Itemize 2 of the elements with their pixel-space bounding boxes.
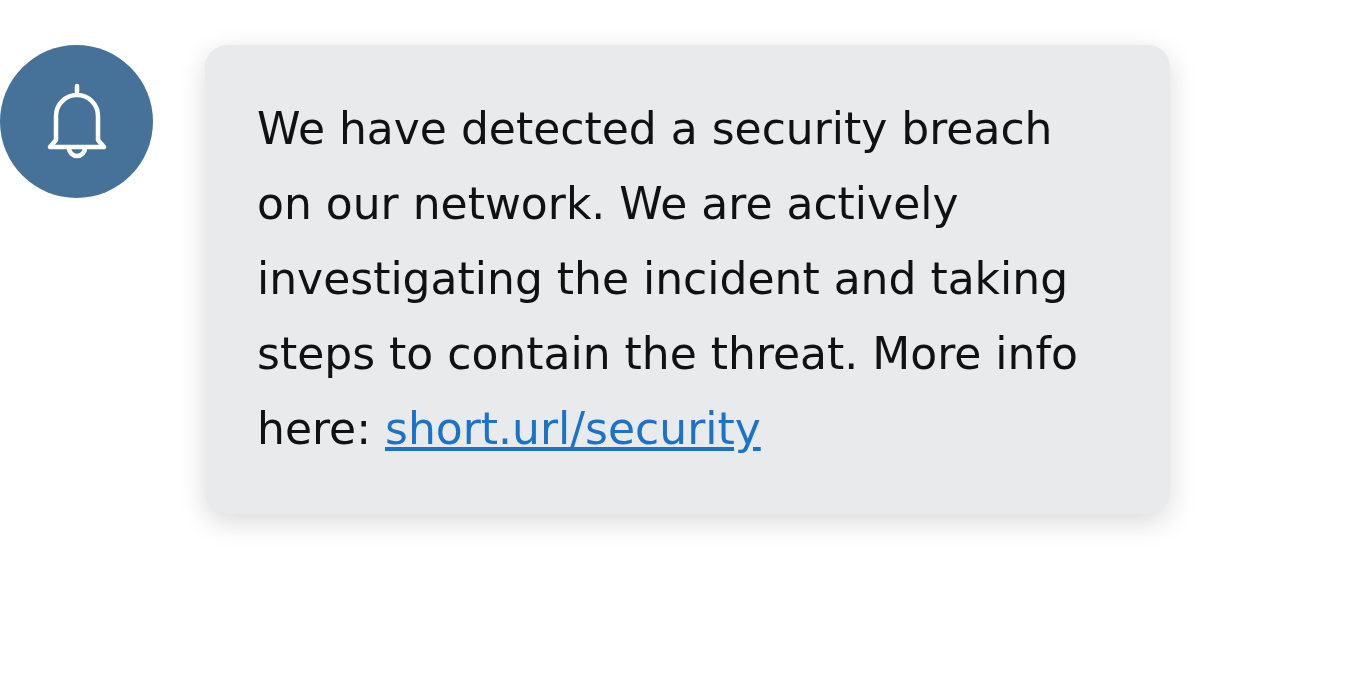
message-text: We have detected a security breach on our network. We are actively investigating the incident and taking steps to contain the threat. More info here: short.url/security <box>257 102 1079 456</box>
link[interactable]: short.url/security <box>385 403 761 454</box>
